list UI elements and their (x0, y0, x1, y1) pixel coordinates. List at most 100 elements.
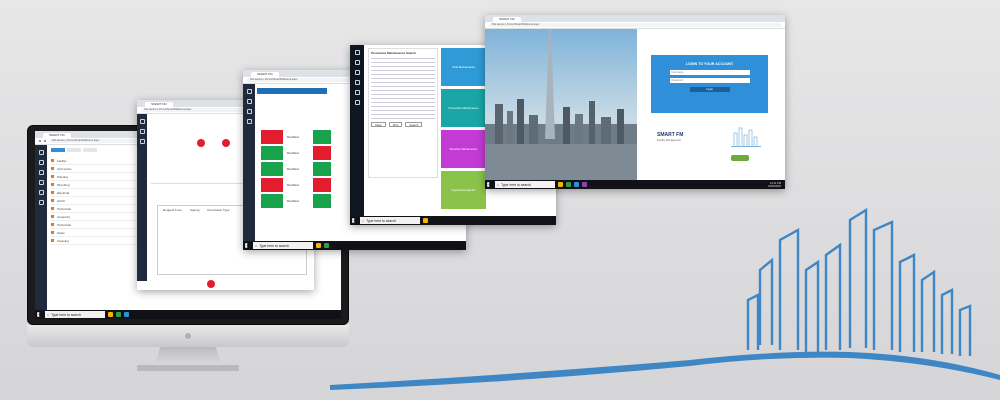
browser-tab[interactable]: SMART FM (145, 102, 173, 107)
windows-start-icon[interactable] (245, 243, 248, 248)
calendar-icon[interactable] (354, 80, 360, 85)
row-label: Plumbing (57, 182, 70, 187)
table-row[interactable]: Glass (51, 229, 151, 237)
report-icon[interactable] (246, 109, 252, 114)
home-icon[interactable] (139, 119, 145, 124)
report-icon[interactable] (139, 139, 145, 144)
browser-tab[interactable]: SMART FM (43, 133, 71, 138)
tile-label: Preventive Maintenance (448, 106, 479, 110)
form-fields[interactable] (371, 58, 435, 119)
settings-icon[interactable] (38, 200, 44, 205)
monitor-stand-neck (155, 347, 221, 365)
status-label: Rectified (287, 183, 299, 187)
chrome-icon[interactable] (116, 312, 121, 317)
row-label: Cleaning (57, 238, 69, 243)
smartfm-logo: SMART FM (657, 132, 684, 138)
edit-icon[interactable] (51, 159, 54, 162)
list-icon[interactable] (139, 129, 145, 134)
taskbar-search[interactable]: ○ Type here to search (495, 181, 555, 188)
user-icon[interactable] (38, 190, 44, 195)
edit-icon[interactable] (51, 183, 54, 186)
table-row[interactable]: Cleaning (51, 237, 151, 245)
calendar-icon[interactable] (38, 170, 44, 175)
status-cell (261, 130, 283, 144)
section-header-bar (257, 88, 327, 94)
user-icon[interactable] (354, 90, 360, 95)
settings-icon[interactable] (354, 100, 360, 105)
browser-tab[interactable]: SMART FM (493, 17, 521, 22)
edit-icon[interactable] (51, 175, 54, 178)
edit-icon[interactable] (51, 199, 54, 202)
status-cell (313, 178, 331, 192)
file-explorer-icon[interactable] (108, 312, 113, 317)
windows-start-icon[interactable] (487, 182, 490, 187)
status-cell (261, 146, 283, 160)
address-bar[interactable]: Not secure | 10.xxx/SmartFM/Home.aspx (489, 23, 781, 27)
table-row[interactable]: Painting (51, 173, 151, 181)
browser-tab[interactable]: SMART FM (251, 72, 279, 77)
table-row[interactable]: Technician (51, 205, 151, 213)
list-icon[interactable] (246, 99, 252, 104)
back-icon[interactable] (39, 140, 41, 142)
status-label: Rectified (287, 167, 299, 171)
search-form: Preventive Maintenance Search Clear Print… (368, 48, 438, 178)
dashboard-tile[interactable]: Reactive Maintenance (441, 130, 486, 168)
file-explorer-icon[interactable] (558, 182, 563, 187)
row-label: Technician (57, 222, 72, 227)
login-button[interactable]: Login (689, 87, 730, 92)
home-icon[interactable] (246, 89, 252, 94)
edit-icon[interactable] (51, 223, 54, 226)
edit-icon[interactable] (51, 167, 54, 170)
dashboard-tile[interactable]: Preventive Maintenance (441, 89, 486, 127)
report-icon[interactable] (354, 70, 360, 75)
monitor-stand-foot (137, 365, 239, 371)
tile-label: Total Maintenance (452, 65, 475, 69)
home-icon[interactable] (354, 50, 360, 55)
row-label: Glass (57, 230, 65, 235)
edit-icon[interactable] (51, 239, 54, 242)
taskbar-search[interactable]: ○ Type here to search (45, 311, 105, 318)
table-row[interactable]: Technician (51, 221, 151, 229)
search-icon: ○ (255, 243, 258, 248)
table-row[interactable]: Carpentry (51, 213, 151, 221)
edge-icon[interactable] (574, 182, 579, 187)
edge-icon[interactable] (124, 312, 129, 317)
file-explorer-icon[interactable] (316, 243, 321, 248)
username-field[interactable]: Username (669, 70, 750, 75)
search-icon: ○ (47, 312, 50, 317)
list-icon[interactable] (38, 160, 44, 165)
settings-icon[interactable] (246, 119, 252, 124)
status-cell (313, 194, 331, 208)
status-indicator-red (197, 139, 205, 147)
report-icon[interactable] (38, 180, 44, 185)
clear-button[interactable]: Clear (371, 122, 386, 127)
toolbar-button[interactable] (67, 148, 81, 152)
toolbar-button[interactable] (83, 148, 97, 152)
chrome-icon[interactable] (324, 243, 329, 248)
app-icon[interactable] (582, 182, 587, 187)
print-button[interactable]: Print (388, 122, 403, 127)
windows-start-icon[interactable] (37, 312, 40, 317)
login-title: LOGIN TO YOUR ACCOUNT (685, 62, 734, 66)
edit-icon[interactable] (51, 215, 54, 218)
edit-icon[interactable] (51, 207, 54, 210)
table-row[interactable]: Civil works (51, 165, 151, 173)
edit-icon[interactable] (51, 191, 54, 194)
chrome-icon[interactable] (566, 182, 571, 187)
taskbar-search[interactable]: ○ Type here to search (253, 242, 313, 249)
home-icon[interactable] (38, 150, 44, 155)
table-row[interactable]: Electrical (51, 189, 151, 197)
password-field[interactable]: Password (669, 78, 750, 83)
forward-icon[interactable] (44, 140, 46, 142)
row-label: Painting (57, 174, 68, 179)
dashboard-tile[interactable]: Total Maintenance (441, 48, 486, 86)
toolbar-button-primary[interactable] (51, 148, 65, 152)
table-row[interactable]: Plumbing (51, 181, 151, 189)
table-row[interactable]: HVAC (51, 197, 151, 205)
windows-taskbar: ○ Type here to search 12:41 PM 01/06/2020 (485, 180, 785, 189)
search-button[interactable]: Search (405, 122, 423, 127)
edit-icon[interactable] (51, 231, 54, 234)
browser-tabbar: SMART FM (485, 15, 785, 22)
list-icon[interactable] (354, 60, 360, 65)
table-row[interactable]: Facility (51, 157, 151, 165)
